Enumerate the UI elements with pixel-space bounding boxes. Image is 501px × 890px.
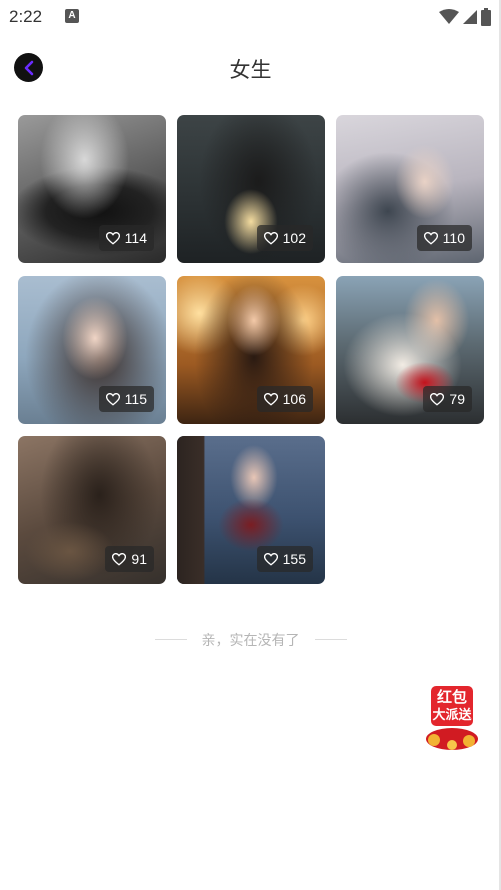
- wifi-icon: [439, 9, 459, 24]
- heart-icon: [105, 392, 120, 406]
- photo-card[interactable]: 115: [18, 276, 166, 424]
- heart-icon: [112, 552, 127, 566]
- red-packet-button[interactable]: 红包 大派送: [422, 683, 482, 751]
- like-count: 91: [131, 551, 147, 567]
- like-count: 110: [442, 230, 465, 246]
- photo-card[interactable]: 110: [336, 115, 484, 263]
- heart-icon: [263, 392, 278, 406]
- red-packet-line1: 红包: [437, 688, 467, 706]
- like-badge: 115: [98, 386, 154, 412]
- like-count: 79: [449, 391, 465, 407]
- divider-right: [315, 639, 347, 640]
- notification-app-icon: A: [65, 9, 79, 23]
- like-count: 114: [124, 230, 147, 246]
- heart-icon: [105, 231, 120, 245]
- like-badge: 102: [256, 225, 313, 251]
- like-badge: 91: [105, 546, 154, 572]
- photo-card[interactable]: 79: [336, 276, 484, 424]
- photo-card[interactable]: 106: [177, 276, 325, 424]
- heart-icon: [430, 392, 445, 406]
- like-badge: 114: [98, 225, 154, 251]
- status-bar: 2:22 A: [0, 0, 501, 34]
- photo-card[interactable]: 114: [18, 115, 166, 263]
- like-count: 106: [282, 391, 306, 407]
- heart-icon: [423, 231, 438, 245]
- red-envelope-icon: 红包 大派送: [426, 684, 478, 750]
- photo-card[interactable]: 91: [18, 436, 166, 584]
- like-badge: 110: [416, 225, 472, 251]
- battery-icon: [481, 8, 491, 26]
- photo-card[interactable]: 102: [177, 115, 325, 263]
- page-title: 女生: [229, 58, 272, 82]
- like-badge: 106: [256, 386, 313, 412]
- end-of-list-text: 亲，实在没有了: [201, 633, 300, 649]
- signal-icon: [463, 10, 477, 24]
- like-badge: 155: [256, 546, 313, 572]
- like-badge: 79: [423, 386, 472, 412]
- like-count: 115: [124, 391, 147, 407]
- photo-card[interactable]: 155: [177, 436, 325, 584]
- status-time: 2:22: [9, 7, 43, 26]
- like-count: 102: [282, 230, 306, 246]
- heart-icon: [263, 231, 278, 245]
- like-count: 155: [282, 551, 306, 567]
- red-packet-line2: 大派送: [432, 707, 472, 723]
- status-indicators: [439, 7, 491, 27]
- heart-icon: [263, 552, 278, 566]
